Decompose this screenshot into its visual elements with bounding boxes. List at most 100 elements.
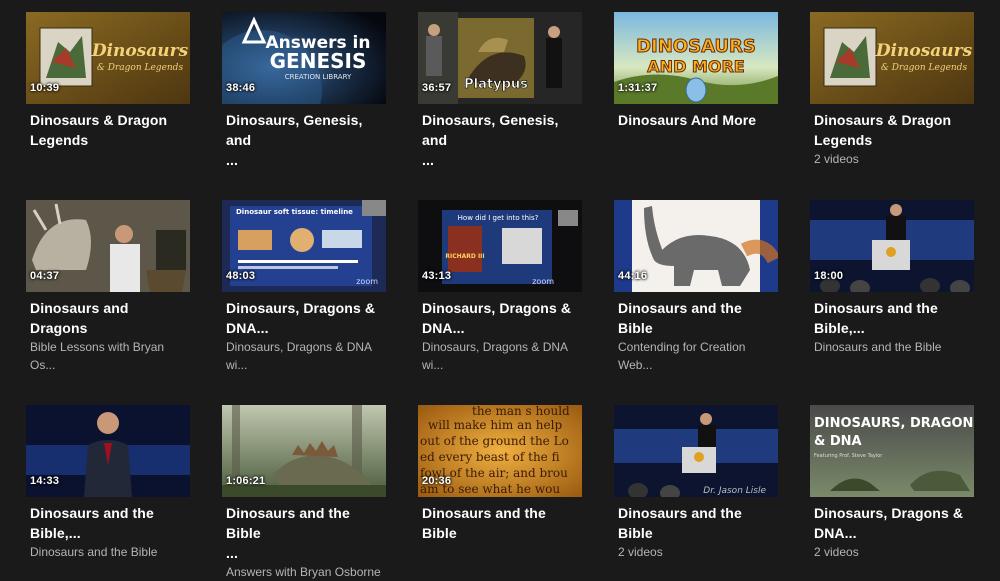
video-card[interactable]: 14:33 Dinosaurs and the Bible,... Dinosau… xyxy=(26,405,190,561)
video-card[interactable]: DINOSAURS AND MORE 1:31:37 Dinosaurs And… xyxy=(614,12,778,130)
playlist-card[interactable]: Dr. Jason Lisle Dinosaurs and the Bible … xyxy=(614,405,778,561)
video-title-line: Dinosaurs and the Bible xyxy=(226,505,350,541)
video-title-line: Legends xyxy=(30,132,89,148)
channel-name[interactable]: Dinosaurs and the Bible xyxy=(810,338,974,356)
video-title-line: Dinosaurs, Genesis, and xyxy=(226,112,363,148)
channel-name-line: Contending for Creation xyxy=(618,340,746,354)
playlist-count: 2 videos xyxy=(618,545,663,559)
video-card[interactable]: 18:00 Dinosaurs and the Bible,... Dinosau… xyxy=(810,200,974,356)
video-duration: 44:16 xyxy=(618,270,648,282)
video-thumbnail[interactable]: Dinosaur soft tissue: timeline zoom 48:0… xyxy=(222,200,386,292)
channel-name[interactable]: Dinosaurs and the Bible xyxy=(26,543,190,561)
thumbnail-text: & DNA xyxy=(814,434,862,449)
playlist-thumbnail[interactable]: DINOSAURS, DRAGONS & DNA Featuring Prof.… xyxy=(810,405,974,497)
thumbnail-text: & Dragon Legends xyxy=(881,63,968,73)
video-thumbnail[interactable]: 04:37 xyxy=(26,200,190,292)
video-title[interactable]: Dinosaurs, Genesis, and... xyxy=(222,110,386,170)
channel-name-line: wi... xyxy=(422,358,444,372)
video-title-line: Dinosaurs & Dragon xyxy=(30,112,168,128)
video-title[interactable]: Dinosaurs and the Bible xyxy=(614,298,778,338)
channel-name-line: wi... xyxy=(226,358,248,372)
video-thumbnail[interactable]: Dinosaurs & Dragon Legends 10:39 xyxy=(26,12,190,104)
video-thumbnail[interactable]: Platypus 36:57 xyxy=(418,12,582,104)
video-card[interactable]: Dinosaurs & Dragon Legends 10:39 Dinosau… xyxy=(26,12,190,150)
video-card[interactable]: Answers in GENESIS CREATION LIBRARY 38:4… xyxy=(222,12,386,170)
playlist-title[interactable]: Dinosaurs, Dragons & DNA... xyxy=(810,503,974,543)
video-thumbnail[interactable]: 14:33 xyxy=(26,405,190,497)
video-title[interactable]: Dinosaurs and the Bible,... xyxy=(26,503,190,543)
video-duration: 36:57 xyxy=(422,82,452,94)
video-duration: 38:46 xyxy=(226,82,256,94)
channel-name[interactable]: Dinosaurs, Dragons & DNA wi... xyxy=(418,338,582,374)
video-card[interactable]: 1:06:21 Dinosaurs and the Bible... Answe… xyxy=(222,405,386,581)
video-card[interactable]: Platypus 36:57 Dinosaurs, Genesis, and..… xyxy=(418,12,582,170)
channel-name[interactable]: Dinosaurs, Dragons & DNA wi... xyxy=(222,338,386,374)
video-duration: 14:33 xyxy=(30,475,60,487)
video-card[interactable]: the man s hould will make him an help ou… xyxy=(418,405,582,543)
thumbnail-text: zoom xyxy=(356,277,378,286)
playlist-thumbnail[interactable]: Dr. Jason Lisle xyxy=(614,405,778,497)
thumbnail-text: Dinosaur soft tissue: timeline xyxy=(236,208,353,216)
video-title-line: Dinosaurs and the xyxy=(30,505,154,521)
video-title-line: Dinosaurs and the Bible xyxy=(618,300,742,336)
video-title-line: Dinosaurs and Dragons xyxy=(30,300,129,336)
video-duration: 43:13 xyxy=(422,270,452,282)
video-title[interactable]: Dinosaurs and Dragons xyxy=(26,298,190,338)
video-title[interactable]: Dinosaurs, Dragons & DNA... xyxy=(418,298,582,338)
thumbnail-text: the man s hould xyxy=(472,405,570,418)
video-grid: Dinosaurs & Dragon Legends 10:39 Dinosau… xyxy=(0,0,1000,579)
video-title-line: Dinosaurs, Dragons & xyxy=(422,300,572,316)
video-duration: 10:39 xyxy=(30,82,60,94)
thumbnail-text: Dinosaurs xyxy=(91,41,189,61)
video-card[interactable]: 04:37 Dinosaurs and Dragons Bible Lesson… xyxy=(26,200,190,374)
video-title-line: Dinosaurs and the Bible xyxy=(422,505,546,541)
video-duration: 04:37 xyxy=(30,270,60,282)
video-thumbnail[interactable]: the man s hould will make him an help ou… xyxy=(418,405,582,497)
video-title[interactable]: Dinosaurs and the Bible... xyxy=(222,503,386,563)
playlist-card[interactable]: DINOSAURS, DRAGONS & DNA Featuring Prof.… xyxy=(810,405,974,561)
video-title-line: Dinosaurs & Dragon xyxy=(814,112,952,128)
thumbnail-text: GENESIS xyxy=(270,49,367,73)
video-duration: 1:31:37 xyxy=(618,82,658,94)
thumbnail-text: ed every beast of the fi xyxy=(420,450,560,464)
playlist-count: 2 videos xyxy=(814,545,859,559)
video-title-line: Dinosaurs And More xyxy=(618,112,757,128)
video-title[interactable]: Dinosaurs and the Bible xyxy=(418,503,582,543)
thumbnail-text: RICHARD III xyxy=(445,253,484,260)
video-title[interactable]: Dinosaurs, Dragons & DNA... xyxy=(222,298,386,338)
playlist-title[interactable]: Dinosaurs and the Bible xyxy=(614,503,778,543)
video-title-line: Bible,... xyxy=(814,320,865,336)
video-thumbnail[interactable]: How did I get into this? RICHARD III zoo… xyxy=(418,200,582,292)
video-duration: 20:36 xyxy=(422,475,452,487)
channel-name-line: Web... xyxy=(618,358,653,372)
video-title[interactable]: Dinosaurs, Genesis, and... xyxy=(418,110,582,170)
video-thumbnail[interactable]: DINOSAURS AND MORE 1:31:37 xyxy=(614,12,778,104)
video-card[interactable]: 44:16 Dinosaurs and the Bible Contending… xyxy=(614,200,778,374)
thumbnail-text: How did I get into this? xyxy=(458,214,539,222)
thumbnail-text: will make him an help xyxy=(428,418,562,432)
video-thumbnail[interactable]: 18:00 xyxy=(810,200,974,292)
video-title-line: Dinosaurs, Dragons & xyxy=(226,300,376,316)
video-card[interactable]: Dinosaur soft tissue: timeline zoom 48:0… xyxy=(222,200,386,374)
playlist-title[interactable]: Dinosaurs & Dragon Legends xyxy=(810,110,974,150)
channel-name[interactable]: Answers with Bryan Osborne xyxy=(222,563,386,581)
video-title-line: Dinosaurs and the xyxy=(814,300,938,316)
video-title-line: Bible,... xyxy=(30,525,81,541)
video-title[interactable]: Dinosaurs And More xyxy=(614,110,778,130)
video-thumbnail[interactable]: 1:06:21 xyxy=(222,405,386,497)
video-card[interactable]: How did I get into this? RICHARD III zoo… xyxy=(418,200,582,374)
thumbnail-art: Dinosaurs & Dragon Legends xyxy=(810,12,974,104)
playlist-thumbnail[interactable]: Dinosaurs & Dragon Legends xyxy=(810,12,974,104)
video-thumbnail[interactable]: Answers in GENESIS CREATION LIBRARY 38:4… xyxy=(222,12,386,104)
video-title-line: ... xyxy=(226,545,238,561)
channel-name-line: Bible Lessons with Bryan xyxy=(30,340,165,354)
playlist-card[interactable]: Dinosaurs & Dragon Legends Dinosaurs & D… xyxy=(810,12,974,168)
channel-name[interactable]: Bible Lessons with Bryan Os... xyxy=(26,338,190,374)
video-title[interactable]: Dinosaurs and the Bible,... xyxy=(810,298,974,338)
video-title[interactable]: Dinosaurs & Dragon Legends xyxy=(26,110,190,150)
video-thumbnail[interactable]: 44:16 xyxy=(614,200,778,292)
channel-name[interactable]: Contending for Creation Web... xyxy=(614,338,778,374)
thumbnail-text: out of the ground the Lo xyxy=(420,434,569,448)
video-title-line: DNA... xyxy=(814,525,857,541)
video-duration: 48:03 xyxy=(226,270,256,282)
